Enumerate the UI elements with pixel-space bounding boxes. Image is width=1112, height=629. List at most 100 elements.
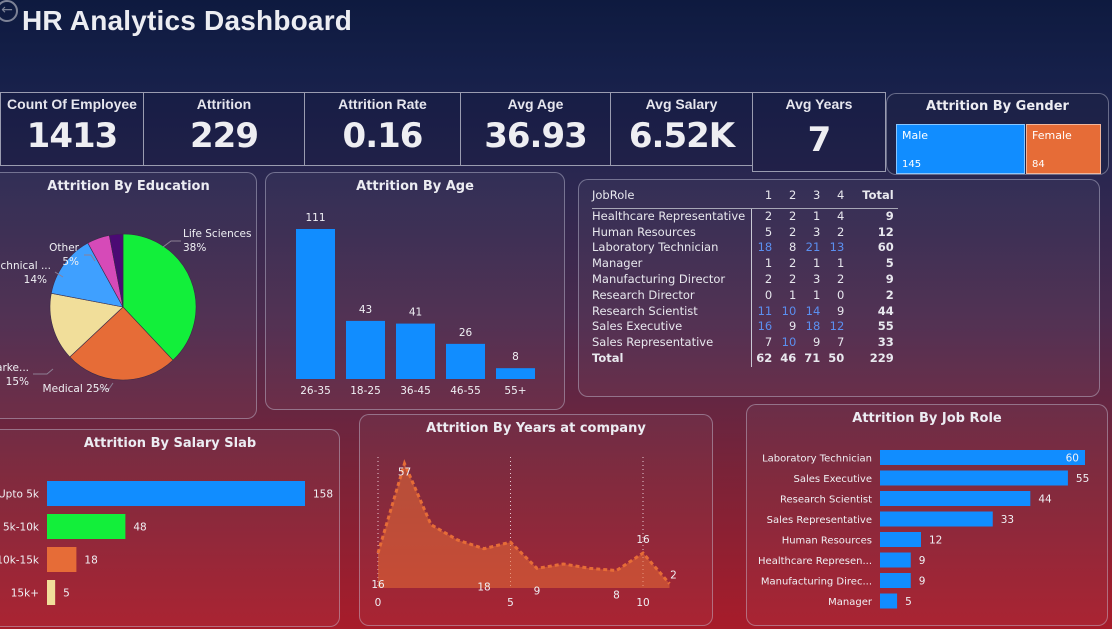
matrix-cell: 2: [764, 271, 773, 286]
kpi-value: 229: [190, 116, 259, 156]
matrix-row-total: 2: [885, 287, 894, 302]
area-fill: [378, 463, 670, 588]
matrix-column-header[interactable]: Total: [848, 188, 898, 209]
arrow-left-circle-icon[interactable]: ←: [0, 0, 18, 22]
bar-healthcare-represen-[interactable]: [880, 552, 911, 568]
bar-15k+[interactable]: [47, 580, 56, 605]
kpi-count-of-employee: Count Of Employee 1413: [0, 92, 144, 166]
matrix-cell: 3: [812, 271, 821, 286]
card-title: Attrition By Age: [266, 179, 564, 194]
y-tick-label: Manufacturing Direc...: [761, 577, 872, 588]
matrix-cell: 1: [812, 287, 821, 302]
point-value-label: 2: [670, 570, 677, 582]
gender-label: Female: [1032, 129, 1072, 142]
matrix-cell: 9: [836, 303, 845, 318]
chart-title: Attrition By Education: [47, 179, 210, 194]
matrix-row: Human Resources 5 2 3 2 12: [592, 224, 898, 241]
bar-18-25[interactable]: [346, 320, 385, 379]
matrix-column-header[interactable]: 2: [776, 188, 801, 209]
card-title: Attrition By Job Role: [747, 411, 1107, 426]
matrix-row: Healthcare Representative 2 2 1 4 9: [592, 208, 898, 225]
matrix-cell: 1: [836, 256, 845, 271]
matrix-cell: 4: [836, 208, 845, 223]
gender-tile-male[interactable]: Male 145: [896, 124, 1025, 174]
pie-leader-line: [162, 240, 181, 248]
matrix-column-header[interactable]: 1: [751, 188, 777, 209]
attrition-by-job-role-card: Attrition By Job Role Laboratory Technic…: [746, 404, 1108, 626]
matrix-cell: 16: [757, 319, 773, 334]
bar-5k-10k[interactable]: [47, 514, 126, 539]
bar-manager[interactable]: [880, 593, 898, 609]
matrix-row: Laboratory Technician 18 8 21 13 60: [592, 240, 898, 257]
matrix-cell: 50: [828, 350, 845, 365]
matrix-cell: 8: [788, 240, 797, 255]
matrix-row: Research Director 0 1 1 0 2: [592, 287, 898, 304]
y-tick-label: Upto 5k: [0, 489, 40, 501]
bar-value-label: 33: [1001, 514, 1014, 526]
matrix-row-label: Laboratory Technician: [592, 240, 753, 257]
bar-value-label: 41: [409, 307, 422, 319]
chart-title: Attrition By Years at company: [426, 421, 646, 436]
bar-sales-executive[interactable]: [880, 470, 1068, 486]
pie-data-label: Medical 25%: [43, 383, 110, 395]
bar-value-label: 60: [1066, 453, 1079, 465]
pie-data-label: Marke...: [0, 362, 29, 374]
bar-55+[interactable]: [496, 368, 535, 379]
bar-Upto 5k[interactable]: [47, 481, 305, 506]
matrix-column-header[interactable]: 4: [824, 188, 849, 209]
matrix-cell: 2: [764, 208, 773, 223]
salary-bar-chart: Upto 5k 158 5k-10k 48 10k-15k 18 15k+ 5: [0, 481, 333, 605]
y-tick-label: Sales Representative: [767, 515, 872, 526]
bar-value-label: 12: [929, 535, 942, 547]
matrix-row-label: Manufacturing Director: [592, 271, 753, 288]
bar-value-label: 111: [305, 212, 325, 224]
bar-46-55[interactable]: [446, 343, 485, 379]
matrix-row-label: Total: [592, 350, 753, 367]
card-title: Attrition By Years at company: [360, 421, 712, 436]
gender-value: 145: [902, 159, 922, 170]
matrix-cell: 2: [788, 208, 797, 223]
gender-value: 84: [1032, 159, 1045, 170]
bar-sales-representative[interactable]: [880, 511, 993, 527]
matrix-cell: 2: [788, 224, 797, 239]
matrix-cell: 11: [757, 303, 773, 318]
bar-value-label: 9: [919, 555, 926, 567]
jobrole-matrix-card: JobRole 1 2 3 4 Total Healthcare Representativ…: [578, 179, 1100, 397]
matrix-cell: 62: [756, 350, 773, 365]
point-value-label: 57: [398, 467, 411, 479]
matrix-cell: 0: [836, 287, 845, 302]
bar-laboratory-technician[interactable]: [880, 450, 1085, 465]
bar-manufacturing-direc-[interactable]: [880, 573, 911, 588]
gender-tile-female[interactable]: Female 84: [1026, 124, 1101, 174]
matrix-column-header[interactable]: 3: [800, 188, 825, 209]
matrix-column-header[interactable]: JobRole: [592, 188, 752, 209]
bar-26-35[interactable]: [296, 229, 335, 379]
matrix-cell: 2: [836, 271, 845, 286]
chart-title: Attrition By Job Role: [852, 411, 1002, 426]
chart-title: Attrition By Salary Slab: [83, 436, 257, 451]
y-tick-label: 5k-10k: [3, 522, 40, 534]
bar-human-resources[interactable]: [880, 532, 921, 547]
bar-36-45[interactable]: [396, 323, 435, 379]
kpi-label: Count Of Employee: [7, 96, 137, 112]
bar-value-label: 5: [905, 596, 912, 608]
age-bar-chart: 111 26-35 43 18-25 41 36-45 26 46-55 8 55+: [296, 212, 535, 397]
matrix-cell: 14: [805, 303, 821, 318]
matrix-row-label: Research Director: [592, 287, 753, 304]
kpi-value: 1413: [26, 116, 119, 156]
pie-data-label: Other: [49, 242, 79, 254]
matrix-cell: 9: [788, 319, 797, 334]
bar-value-label: 8: [512, 351, 519, 363]
matrix-cell: 1: [812, 208, 821, 223]
kpi-value: 0.16: [342, 116, 424, 156]
bar-research-scientist[interactable]: [880, 491, 1031, 506]
pie-data-label: Life Sciences: [183, 228, 251, 240]
pie-data-label: 15%: [6, 376, 29, 388]
matrix-cell: 2: [788, 256, 797, 271]
bar-10k-15k[interactable]: [47, 547, 77, 572]
matrix-cell: 2: [788, 271, 797, 286]
kpi-label: Attrition Rate: [338, 96, 427, 112]
pie-data-label: 14%: [24, 274, 47, 286]
matrix-cell: 7: [836, 335, 845, 350]
kpi-avg-age: Avg Age 36.93: [460, 92, 611, 166]
